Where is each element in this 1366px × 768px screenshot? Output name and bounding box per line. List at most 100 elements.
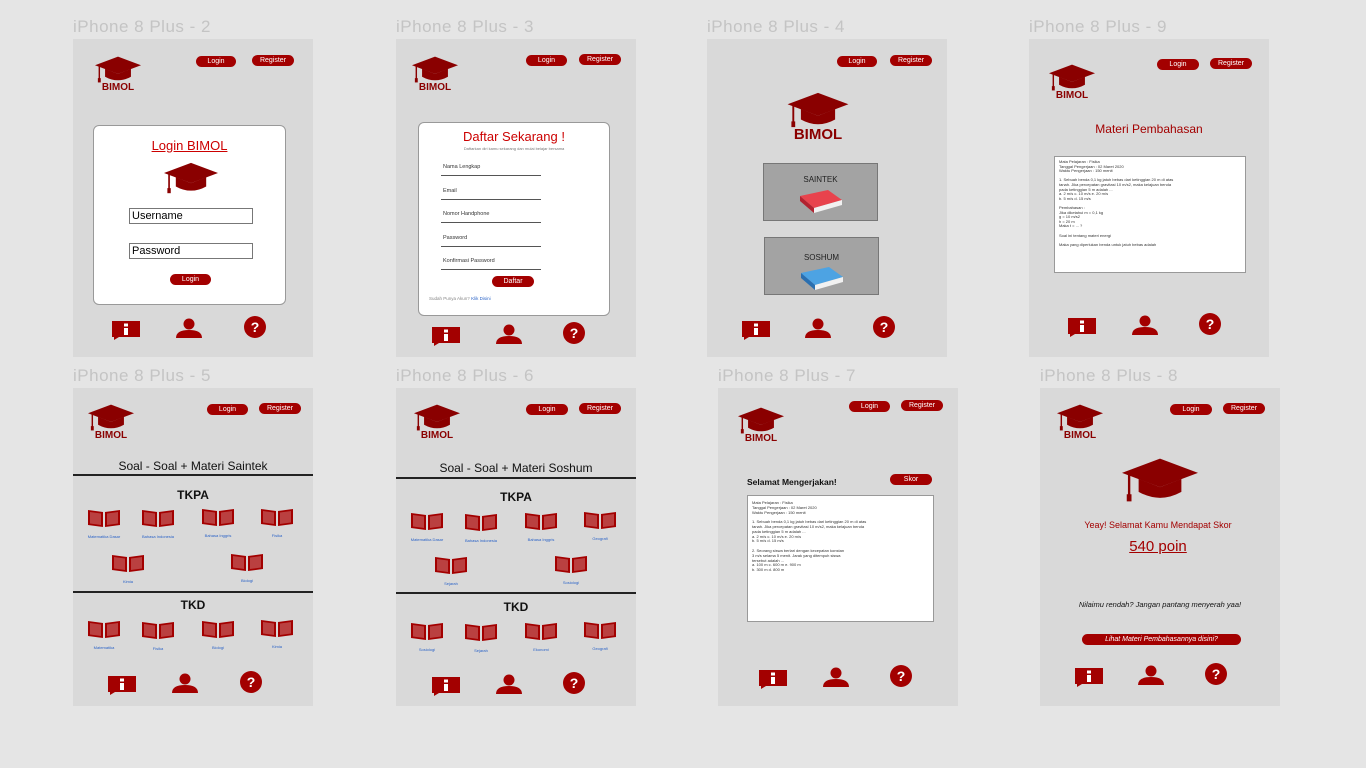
subject-item[interactable]: Geografi: [583, 510, 617, 541]
subject-item[interactable]: Biologi: [201, 619, 235, 650]
user-icon[interactable]: [170, 673, 200, 693]
subject-item[interactable]: Kimia: [260, 618, 294, 649]
help-icon[interactable]: [236, 671, 266, 693]
bottom-nav: [73, 673, 313, 699]
soshum-card[interactable]: SOSHUM: [764, 237, 879, 295]
frame-soshum: BIMOL Login Register Soal - Soal + Mater…: [396, 388, 636, 706]
graduation-cap-icon: [95, 55, 141, 84]
materi-document[interactable]: Mata Pelajaran : Fisika Tanggal Pengerja…: [1054, 156, 1246, 273]
logo-text: BIMOL: [744, 433, 778, 444]
document-text: Mata Pelajaran : Fisika Tanggal Pengerja…: [1059, 159, 1174, 247]
register-field[interactable]: Nomor Handphone: [441, 210, 541, 223]
frame-title-4: iPhone 8 Plus - 4: [707, 17, 845, 36]
info-icon[interactable]: [111, 320, 141, 340]
info-icon[interactable]: [107, 675, 137, 695]
subject-item[interactable]: Geografi: [583, 620, 617, 651]
login-button[interactable]: Login: [1157, 59, 1199, 70]
user-icon[interactable]: [174, 318, 204, 338]
register-button[interactable]: Register: [259, 403, 301, 414]
register-button[interactable]: Register: [579, 403, 621, 414]
help-icon[interactable]: [1195, 313, 1225, 335]
score-value: 540 poin: [1129, 538, 1187, 555]
login-button[interactable]: Login: [526, 55, 567, 66]
divider: [396, 477, 636, 479]
book-icon: [87, 508, 121, 528]
help-icon[interactable]: [886, 665, 916, 687]
login-button[interactable]: Login: [196, 56, 236, 67]
book-icon: [434, 555, 468, 575]
graduation-cap-icon: [787, 91, 849, 129]
user-icon[interactable]: [1136, 665, 1166, 685]
register-button[interactable]: Register: [252, 55, 294, 66]
saintek-card[interactable]: SAINTEK: [763, 163, 878, 221]
view-materi-button[interactable]: Lihat Materi Pembahasannya disini?: [1082, 634, 1241, 645]
logo-text: BIMOL: [418, 82, 452, 93]
book-icon: [524, 511, 558, 531]
field-placeholder: Nama Lengkap: [443, 164, 481, 170]
register-button[interactable]: Register: [901, 400, 943, 411]
book-icon: [583, 620, 617, 640]
login-button[interactable]: Login: [526, 404, 568, 415]
login-button[interactable]: Login: [1170, 404, 1212, 415]
subject-item[interactable]: Sosiologi: [554, 554, 588, 585]
subject-item[interactable]: Sejarah: [434, 555, 468, 586]
subject-item[interactable]: Bahasa Inggris: [201, 507, 235, 538]
bottom-nav: [1040, 665, 1280, 691]
subject-item[interactable]: Bahasa Indonesia: [464, 512, 498, 543]
register-button[interactable]: Register: [1210, 58, 1252, 69]
subject-item[interactable]: Fisika: [141, 620, 175, 651]
help-icon[interactable]: [1201, 663, 1231, 685]
brand-logo: BIMOL: [414, 403, 460, 441]
subject-item[interactable]: Bahasa Inggris: [524, 511, 558, 542]
login-button[interactable]: Login: [849, 401, 890, 412]
register-field[interactable]: Password: [441, 234, 541, 247]
user-icon[interactable]: [821, 667, 851, 687]
graduation-cap-icon: [412, 55, 458, 84]
subject-item[interactable]: Sejarah: [464, 622, 498, 653]
subject-label: Geografi: [592, 646, 608, 651]
user-icon[interactable]: [494, 674, 524, 694]
quiz-document[interactable]: Mata Pelajaran : Fisika Tanggal Pengerja…: [747, 495, 934, 622]
user-icon[interactable]: [494, 324, 524, 344]
login-button[interactable]: Login: [207, 404, 248, 415]
subject-item[interactable]: Fisika: [260, 507, 294, 538]
register-button[interactable]: Register: [1223, 403, 1265, 414]
register-submit-button[interactable]: Daftar: [492, 276, 534, 287]
register-button[interactable]: Register: [890, 55, 932, 66]
subject-item[interactable]: Biologi: [230, 552, 264, 583]
help-icon[interactable]: [240, 316, 270, 338]
footer-link[interactable]: Klik Disini: [471, 296, 491, 301]
login-submit-button[interactable]: Login: [170, 274, 211, 285]
info-icon[interactable]: [431, 326, 461, 346]
username-input[interactable]: Username: [129, 208, 253, 224]
subject-item[interactable]: Matematika: [87, 619, 121, 650]
login-button[interactable]: Login: [837, 56, 877, 67]
score-button[interactable]: Skor: [890, 474, 932, 485]
password-input[interactable]: Password: [129, 243, 253, 259]
subject-item[interactable]: Ekonomi: [524, 621, 558, 652]
subject-item[interactable]: Kimia: [111, 553, 145, 584]
help-icon[interactable]: [869, 316, 899, 338]
user-icon[interactable]: [803, 318, 833, 338]
subject-item[interactable]: Sosiologi: [410, 621, 444, 652]
info-icon[interactable]: [1067, 317, 1097, 337]
subject-label: Biologi: [211, 645, 224, 650]
user-icon[interactable]: [1130, 315, 1160, 335]
subject-label: Matematika Dasar: [410, 537, 444, 542]
frame-title-9: iPhone 8 Plus - 9: [1029, 17, 1167, 36]
subject-item[interactable]: Bahasa Indonesia: [141, 508, 175, 539]
subject-item[interactable]: Matematika Dasar: [87, 508, 121, 539]
register-field[interactable]: Konfirmasi Password: [441, 257, 541, 270]
register-field[interactable]: Nama Lengkap: [441, 163, 541, 176]
frame-saintek: BIMOL Login Register Soal - Soal + Mater…: [73, 388, 313, 706]
graduation-cap-icon: [1057, 403, 1103, 432]
help-icon[interactable]: [559, 672, 589, 694]
help-icon[interactable]: [559, 322, 589, 344]
register-button[interactable]: Register: [579, 54, 621, 65]
info-icon[interactable]: [758, 669, 788, 689]
register-field[interactable]: Email: [441, 187, 541, 200]
info-icon[interactable]: [1074, 667, 1104, 687]
info-icon[interactable]: [431, 676, 461, 696]
subject-item[interactable]: Matematika Dasar: [410, 511, 444, 542]
info-icon[interactable]: [741, 320, 771, 340]
